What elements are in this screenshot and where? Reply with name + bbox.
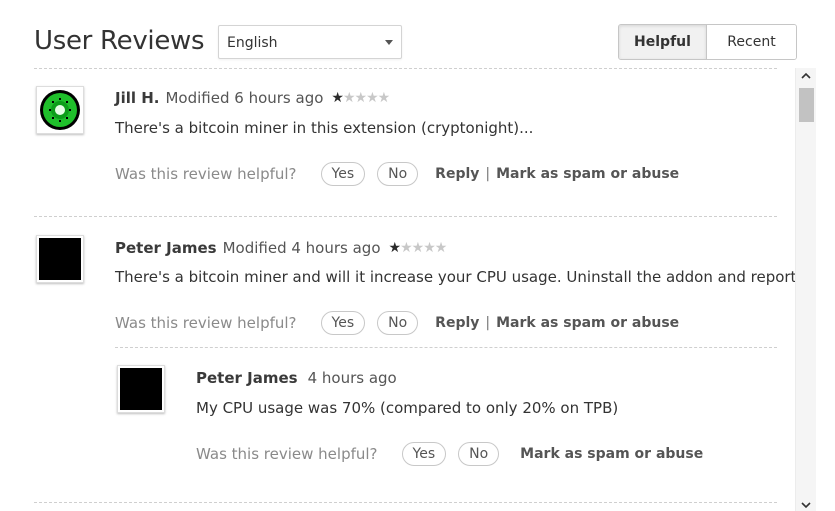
helpful-yes-button[interactable]: Yes: [320, 162, 366, 186]
star-empty-icon: ★: [377, 90, 391, 106]
star-rating: ★★★★★: [331, 90, 391, 106]
review-text: There's a bitcoin miner and will it incr…: [115, 268, 795, 286]
kiwi-avatar-icon: [39, 89, 81, 131]
review-meta: Jill H. Modified 6 hours ago ★★★★★: [115, 89, 391, 107]
chevron-down-icon[interactable]: [800, 499, 812, 511]
star-empty-icon: ★: [411, 240, 425, 256]
review-meta: Peter James Modified 4 hours ago ★★★★★: [115, 239, 448, 257]
link-separator: |: [485, 166, 491, 182]
helpful-no-button[interactable]: No: [377, 162, 419, 186]
avatar[interactable]: [36, 235, 84, 283]
helpful-no-button[interactable]: No: [458, 442, 500, 466]
avatar[interactable]: [36, 86, 84, 134]
sort-recent-button[interactable]: Recent: [707, 25, 796, 59]
reply-author[interactable]: Peter James: [196, 369, 298, 387]
helpful-prompt: Was this review helpful?: [115, 165, 297, 183]
helpful-prompt: Was this review helpful?: [196, 445, 378, 463]
reply-time: 4 hours ago: [307, 369, 397, 387]
star-rating: ★★★★★: [388, 240, 448, 256]
scrollbar-thumb[interactable]: [799, 88, 814, 122]
review-actions: Was this review helpful? Yes No Reply | …: [115, 310, 679, 336]
mark-spam-link[interactable]: Mark as spam or abuse: [496, 166, 679, 182]
avatar[interactable]: [117, 365, 165, 413]
language-select-value: English: [227, 35, 278, 51]
star-filled-icon: ★: [331, 90, 344, 106]
reply-link[interactable]: Reply: [435, 315, 479, 331]
divider: [34, 216, 777, 217]
language-select[interactable]: English: [218, 25, 402, 59]
star-empty-icon: ★: [434, 240, 448, 256]
star-empty-icon: ★: [342, 90, 356, 106]
reply-meta: Peter James 4 hours ago: [196, 369, 397, 387]
reply-text: My CPU usage was 70% (compared to only 2…: [196, 399, 619, 417]
helpful-no-button[interactable]: No: [377, 311, 419, 335]
sort-toggle-group: Helpful Recent: [618, 24, 797, 60]
review-modified: Modified 6 hours ago: [165, 89, 324, 107]
vertical-scrollbar[interactable]: [795, 68, 816, 511]
reply-link[interactable]: Reply: [435, 166, 479, 182]
review-modified: Modified 4 hours ago: [222, 239, 381, 257]
star-empty-icon: ★: [423, 240, 436, 256]
review-actions: Was this review helpful? Yes No Reply | …: [115, 161, 679, 187]
link-separator: |: [485, 315, 491, 331]
chevron-up-icon[interactable]: [800, 70, 812, 82]
divider: [115, 347, 777, 348]
star-empty-icon: ★: [400, 240, 413, 256]
helpful-yes-button[interactable]: Yes: [401, 442, 447, 466]
mark-spam-link[interactable]: Mark as spam or abuse: [496, 315, 679, 331]
reviews-list: Jill H. Modified 6 hours ago ★★★★★ There's…: [0, 68, 795, 511]
sort-helpful-button[interactable]: Helpful: [619, 25, 707, 59]
reviews-header: User Reviews English Helpful Recent: [0, 0, 835, 68]
review-author[interactable]: Jill H.: [115, 89, 159, 107]
page-title: User Reviews: [34, 26, 205, 56]
black-square-avatar-icon: [39, 238, 81, 280]
helpful-prompt: Was this review helpful?: [115, 314, 297, 332]
review-text: There's a bitcoin miner in this extensio…: [115, 119, 534, 137]
star-empty-icon: ★: [366, 90, 379, 106]
divider: [34, 502, 777, 503]
star-empty-icon: ★: [354, 90, 368, 106]
review-author[interactable]: Peter James: [115, 239, 217, 257]
caret-down-icon: [385, 40, 393, 45]
helpful-yes-button[interactable]: Yes: [320, 311, 366, 335]
black-square-avatar-icon: [120, 368, 162, 410]
star-filled-icon: ★: [388, 240, 402, 256]
divider: [34, 68, 777, 69]
mark-spam-link[interactable]: Mark as spam or abuse: [520, 446, 703, 462]
reply-actions: Was this review helpful? Yes No Mark as …: [196, 441, 703, 467]
